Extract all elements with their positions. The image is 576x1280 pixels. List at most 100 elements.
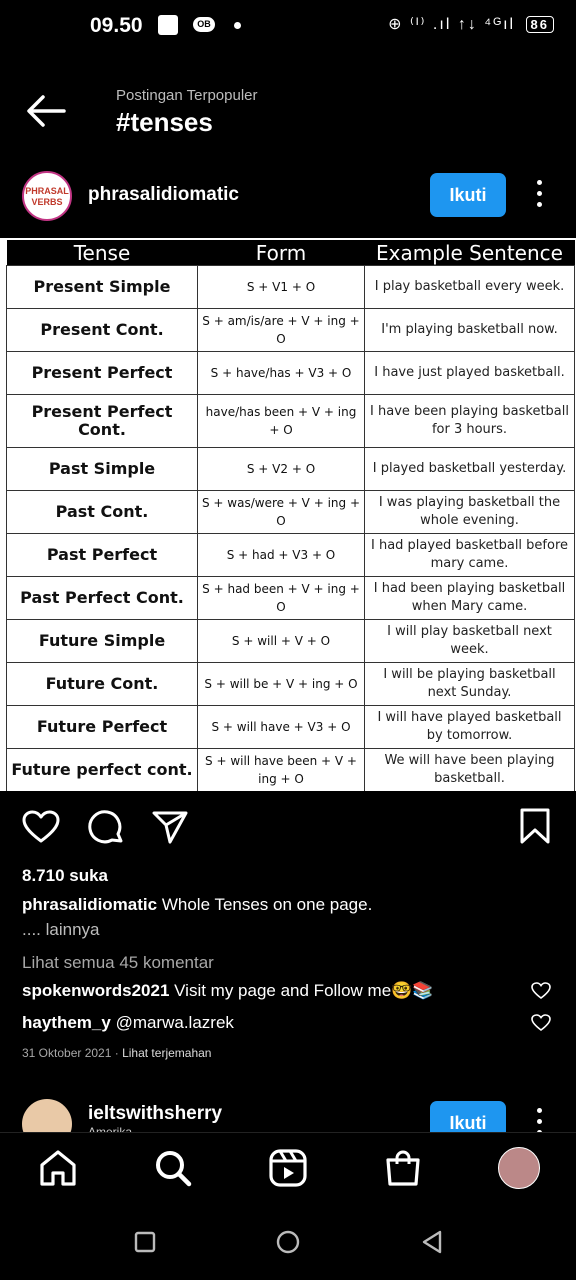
column-header: Tense: [6, 240, 198, 266]
table-row: Past Simple S + V2 + OI played basketball…: [6, 447, 575, 491]
example-cell: I played basketball yesterday.: [364, 447, 575, 491]
comment-heart-icon[interactable]: [531, 1014, 551, 1032]
example-cell: I will be playing basketball next Sunday…: [364, 662, 575, 706]
tense-cell: Future perfect cont.: [6, 748, 198, 791]
example-cell: I had been playing basketball when Mary …: [364, 576, 575, 620]
tense-cell: Present Perfect: [6, 351, 198, 395]
status-signal-icons: ⊕ ⁽ᴵ⁾ .ıl ↑↓ ⁴ᴳıl: [388, 16, 516, 33]
search-icon[interactable]: [153, 1148, 193, 1188]
example-cell: I have just played basketball.: [364, 351, 575, 395]
form-cell: S + have/has + V3 + O: [197, 351, 365, 395]
table-row: Past Perfect S + had + V3 + OI had played…: [6, 533, 575, 577]
header-subtitle: Postingan Terpopuler: [116, 87, 258, 104]
comment-text: @marwa.lazrek: [115, 1013, 234, 1032]
tenses-table: Tense Form Example Sentence Present Simp…: [6, 240, 575, 791]
post-username[interactable]: phrasalidiomatic: [88, 184, 239, 206]
tense-cell: Future Perfect: [6, 705, 198, 749]
column-header: Form: [197, 240, 365, 266]
example-cell: I'm playing basketball now.: [364, 308, 575, 352]
table-header-row: Tense Form Example Sentence: [6, 240, 575, 266]
table-row: Future Simple S + will + V + OI will play…: [6, 619, 575, 663]
more-options-icon[interactable]: [533, 180, 545, 210]
tense-cell: Future Simple: [6, 619, 198, 663]
tense-cell: Past Perfect: [6, 533, 198, 577]
tense-cell: Present Perfect Cont.: [6, 394, 198, 448]
form-cell: S + will + V + O: [197, 619, 365, 663]
comment-item: spokenwords2021 Visit my page and Follow…: [22, 981, 433, 1001]
tense-cell: Past Simple: [6, 447, 198, 491]
example-cell: I play basketball every week.: [364, 265, 575, 309]
tense-cell: Present Cont.: [6, 308, 198, 352]
comment-username[interactable]: haythem_y: [22, 1013, 111, 1032]
status-bar: 09.50 OB ⊕ ⁽ᴵ⁾ .ıl ↑↓ ⁴ᴳıl 86: [0, 0, 576, 52]
post-avatar[interactable]: PHRASAL VERBS: [22, 171, 72, 221]
ob-badge-icon: OB: [193, 17, 215, 32]
form-cell: S + will have been + V + ing + O: [197, 748, 365, 791]
status-time: 09.50: [90, 14, 143, 37]
tense-cell: Present Simple: [6, 265, 198, 309]
view-all-comments-link[interactable]: Lihat semua 45 komentar: [22, 953, 214, 973]
more-link[interactable]: .... lainnya: [22, 920, 100, 940]
form-cell: S + had + V3 + O: [197, 533, 365, 577]
post-date: 31 Oktober 2021 · Lihat terjemahan: [22, 1046, 212, 1060]
form-cell: S + had been + V + ing + O: [197, 576, 365, 620]
caption-username[interactable]: phrasalidiomatic: [22, 895, 157, 914]
column-header: Example Sentence: [364, 240, 575, 266]
form-cell: S + was/were + V + ing + O: [197, 490, 365, 534]
notification-dot-icon: [234, 22, 241, 29]
comment-username[interactable]: spokenwords2021: [22, 981, 169, 1000]
tense-cell: Past Perfect Cont.: [6, 576, 198, 620]
reels-icon[interactable]: [268, 1148, 308, 1188]
comment-icon[interactable]: [88, 810, 124, 846]
date-text: 31 Oktober 2021: [22, 1046, 112, 1060]
form-cell: S + V2 + O: [197, 447, 365, 491]
table-row: Future perfect cont. S + will have been +…: [6, 748, 575, 791]
post-image[interactable]: Tense Form Example Sentence Present Simp…: [0, 238, 576, 791]
arrow-left-icon[interactable]: [26, 94, 66, 128]
follow-button[interactable]: Ikuti: [430, 173, 506, 217]
next-post-username[interactable]: ieltswithsherry: [88, 1103, 222, 1125]
form-cell: S + will be + V + ing + O: [197, 662, 365, 706]
comment-item: haythem_y @marwa.lazrek: [22, 1013, 234, 1033]
recent-apps-icon[interactable]: [134, 1231, 156, 1253]
like-count[interactable]: 8.710 suka: [22, 866, 108, 886]
table-row: Future Cont. S + will be + V + ing + OI w…: [6, 662, 575, 706]
example-cell: We will have been playing basketball.: [364, 748, 575, 791]
table-row: Present Perfect S + have/has + V3 + OI ha…: [6, 351, 575, 395]
form-cell: S + will have + V3 + O: [197, 705, 365, 749]
table-row: Future Perfect S + will have + V3 + OI wi…: [6, 705, 575, 749]
battery-icon: 86: [525, 16, 554, 33]
caption-text: Whole Tenses on one page.: [161, 895, 373, 914]
tense-cell: Past Cont.: [6, 490, 198, 534]
example-cell: I was playing basketball the whole eveni…: [364, 490, 575, 534]
comment-heart-icon[interactable]: [531, 982, 551, 1000]
form-cell: S + V1 + O: [197, 265, 365, 309]
avatar-logo-text: PHRASAL VERBS: [25, 186, 69, 207]
example-cell: I will have played basketball by tomorro…: [364, 705, 575, 749]
tense-cell: Future Cont.: [6, 662, 198, 706]
form-cell: have/has been + V + ing + O: [197, 394, 365, 448]
status-icons: ⊕ ⁽ᴵ⁾ .ıl ↑↓ ⁴ᴳıl 86: [388, 14, 554, 34]
table-row: Past Cont. S + was/were + V + ing + OI wa…: [6, 490, 575, 534]
form-cell: S + am/is/are + V + ing + O: [197, 308, 365, 352]
table-row: Present Simple S + V1 + OI play basketbal…: [6, 265, 575, 309]
page-title: #tenses: [116, 107, 213, 137]
bookmark-icon[interactable]: [518, 808, 552, 844]
example-cell: I will play basketball next week.: [364, 619, 575, 663]
comment-text: Visit my page and Follow me🤓📚: [174, 981, 434, 1000]
heart-icon[interactable]: [22, 810, 60, 844]
caption: phrasalidiomatic Whole Tenses on one pag…: [22, 895, 552, 915]
send-icon[interactable]: [152, 810, 188, 844]
back-triangle-icon[interactable]: [420, 1230, 444, 1254]
table-row: Present Perfect Cont. have/has been + V +…: [6, 394, 575, 448]
profile-avatar[interactable]: [498, 1147, 540, 1189]
home-icon[interactable]: [38, 1148, 78, 1188]
example-cell: I had played basketball before mary came…: [364, 533, 575, 577]
example-cell: I have been playing basketball for 3 hou…: [364, 394, 575, 448]
table-row: Past Perfect Cont. S + had been + V + ing…: [6, 576, 575, 620]
home-circle-icon[interactable]: [276, 1230, 300, 1254]
translate-link[interactable]: Lihat terjemahan: [122, 1046, 211, 1060]
notification-square-icon: [158, 15, 178, 35]
table-row: Present Cont. S + am/is/are + V + ing + O…: [6, 308, 575, 352]
shop-icon[interactable]: [383, 1148, 423, 1188]
